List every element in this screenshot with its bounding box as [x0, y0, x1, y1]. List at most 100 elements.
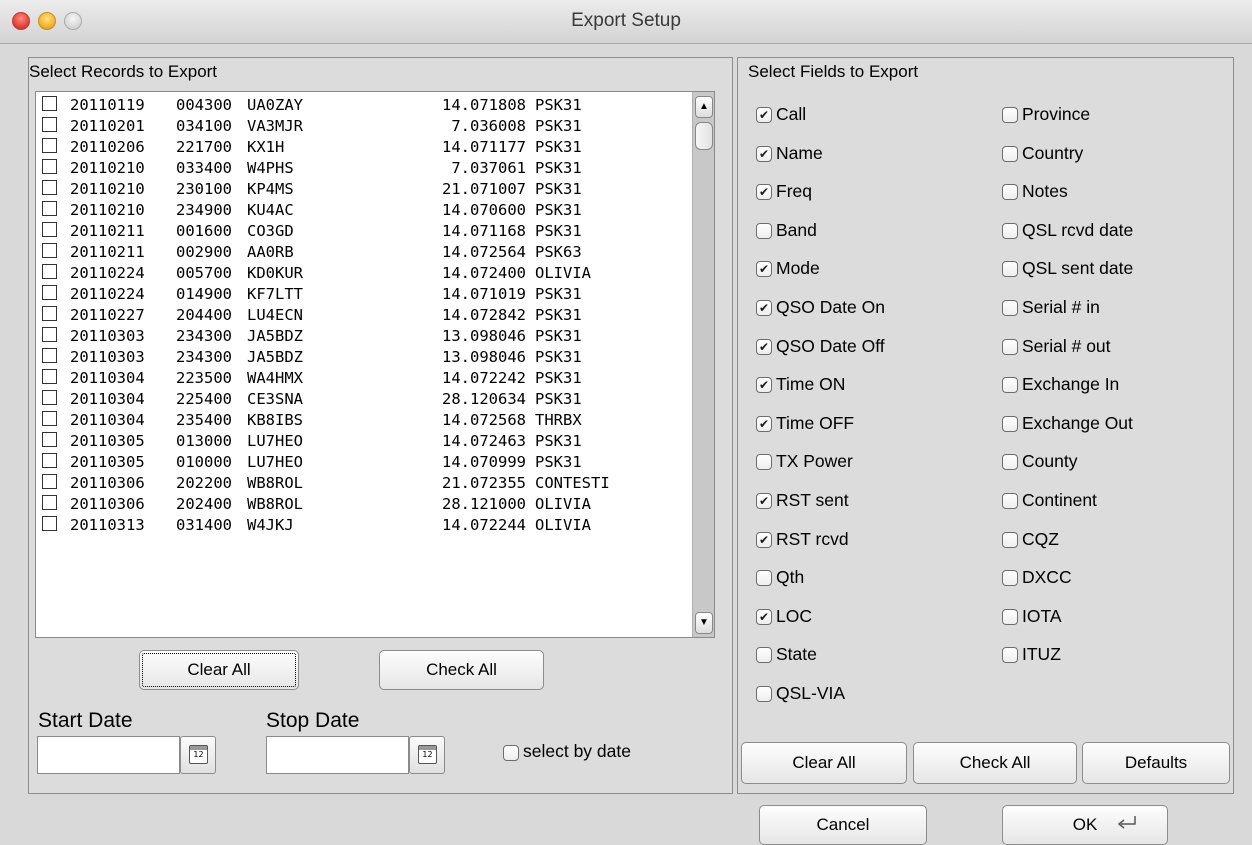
records-list[interactable]: 20110119 004300 UA0ZAY 14.071808 PSK31 201102…: [35, 91, 715, 638]
record-checkbox[interactable]: [42, 306, 57, 321]
field-checkbox[interactable]: [756, 686, 772, 702]
field-label[interactable]: Exchange Out: [1022, 413, 1133, 434]
record-row[interactable]: 20110211 001600 CO3GD 14.071168 PSK31: [36, 220, 684, 241]
record-checkbox[interactable]: [42, 96, 57, 111]
record-row[interactable]: 20110305 010000 LU7HEO 14.070999 PSK31: [36, 451, 684, 472]
stop-date-calendar-button[interactable]: 12: [409, 736, 445, 774]
field-checkbox[interactable]: ✔: [756, 531, 772, 548]
field-label[interactable]: Name: [776, 143, 823, 164]
field-checkbox[interactable]: [756, 454, 772, 471]
field-label[interactable]: QSL sent date: [1022, 258, 1133, 279]
ok-button[interactable]: OK: [1002, 805, 1168, 845]
record-checkbox[interactable]: [42, 516, 57, 531]
field-label[interactable]: DXCC: [1022, 567, 1072, 588]
field-checkbox[interactable]: [1002, 454, 1018, 471]
record-row[interactable]: 20110303 234300 JA5BDZ 13.098046 PSK31: [36, 325, 684, 346]
field-checkbox[interactable]: [1002, 338, 1018, 355]
field-checkbox[interactable]: ✔: [756, 145, 772, 162]
record-checkbox[interactable]: [42, 369, 57, 384]
record-row[interactable]: 20110210 230100 KP4MS 21.071007 PSK31: [36, 178, 684, 199]
field-checkbox[interactable]: [1002, 107, 1018, 123]
record-checkbox[interactable]: [42, 453, 57, 468]
field-checkbox[interactable]: ✔: [756, 261, 772, 278]
field-checkbox[interactable]: [1002, 415, 1018, 432]
record-checkbox[interactable]: [42, 243, 57, 258]
field-label[interactable]: QSL-VIA: [776, 683, 845, 704]
record-row[interactable]: 20110304 235400 KB8IBS 14.072568 THRBX: [36, 409, 684, 430]
field-checkbox[interactable]: [1002, 261, 1018, 278]
scroll-thumb[interactable]: [695, 122, 713, 150]
record-checkbox[interactable]: [42, 222, 57, 237]
record-checkbox[interactable]: [42, 201, 57, 216]
field-checkbox[interactable]: [1002, 145, 1018, 162]
field-label[interactable]: LOC: [776, 606, 812, 627]
record-checkbox[interactable]: [42, 180, 57, 195]
field-label[interactable]: Band: [776, 220, 817, 241]
field-label[interactable]: ITUZ: [1022, 644, 1061, 665]
field-label[interactable]: Call: [776, 104, 806, 125]
field-label[interactable]: Notes: [1022, 181, 1068, 202]
field-label[interactable]: Serial # in: [1022, 297, 1100, 318]
records-check-all-button[interactable]: Check All: [379, 650, 544, 690]
field-checkbox[interactable]: ✔: [756, 107, 772, 123]
field-checkbox[interactable]: ✔: [756, 608, 772, 625]
field-checkbox[interactable]: ✔: [756, 377, 772, 394]
record-checkbox[interactable]: [42, 327, 57, 342]
field-checkbox[interactable]: [1002, 184, 1018, 201]
scroll-up-icon[interactable]: ▲: [695, 96, 713, 118]
field-checkbox[interactable]: [1002, 377, 1018, 394]
record-checkbox[interactable]: [42, 411, 57, 426]
record-row[interactable]: 20110210 033400 W4PHS 7.037061 PSK31: [36, 157, 684, 178]
field-checkbox[interactable]: [1002, 531, 1018, 548]
field-label[interactable]: County: [1022, 451, 1077, 472]
field-label[interactable]: QSO Date Off: [776, 336, 885, 357]
record-row[interactable]: 20110305 013000 LU7HEO 14.072463 PSK31: [36, 430, 684, 451]
field-label[interactable]: QSL rcvd date: [1022, 220, 1133, 241]
cancel-button[interactable]: Cancel: [759, 805, 927, 845]
record-checkbox[interactable]: [42, 432, 57, 447]
field-label[interactable]: Mode: [776, 258, 820, 279]
field-label[interactable]: RST rcvd: [776, 529, 849, 550]
record-checkbox[interactable]: [42, 159, 57, 174]
field-label[interactable]: Freq: [776, 181, 812, 202]
fields-check-all-button[interactable]: Check All: [913, 742, 1077, 784]
field-checkbox[interactable]: [1002, 570, 1018, 587]
field-checkbox[interactable]: [756, 647, 772, 664]
record-row[interactable]: 20110119 004300 UA0ZAY 14.071808 PSK31: [36, 94, 684, 115]
field-checkbox[interactable]: [1002, 300, 1018, 316]
field-label[interactable]: Country: [1022, 143, 1083, 164]
field-label[interactable]: State: [776, 644, 817, 665]
record-row[interactable]: 20110201 034100 VA3MJR 7.036008 PSK31: [36, 115, 684, 136]
record-row[interactable]: 20110206 221700 KX1H 14.071177 PSK31: [36, 136, 684, 157]
field-checkbox[interactable]: ✔: [756, 415, 772, 432]
select-by-date-checkbox[interactable]: [503, 745, 519, 761]
record-row[interactable]: 20110303 234300 JA5BDZ 13.098046 PSK31: [36, 346, 684, 367]
field-label[interactable]: TX Power: [776, 451, 853, 472]
record-row[interactable]: 20110304 225400 CE3SNA 28.120634 PSK31: [36, 388, 684, 409]
field-label[interactable]: Province: [1022, 104, 1090, 125]
field-checkbox[interactable]: [1002, 608, 1018, 625]
record-row[interactable]: 20110313 031400 W4JKJ 14.072244 OLIVIA: [36, 514, 684, 535]
record-checkbox[interactable]: [42, 117, 57, 132]
field-checkbox[interactable]: [756, 570, 772, 587]
field-label[interactable]: Serial # out: [1022, 336, 1111, 357]
field-checkbox[interactable]: ✔: [756, 300, 772, 316]
record-row[interactable]: 20110306 202400 WB8ROL 28.121000 OLIVIA: [36, 493, 684, 514]
field-label[interactable]: Time ON: [776, 374, 845, 395]
field-label[interactable]: QSO Date On: [776, 297, 885, 318]
field-checkbox[interactable]: ✔: [756, 338, 772, 355]
record-checkbox[interactable]: [42, 264, 57, 279]
record-row[interactable]: 20110227 204400 LU4ECN 14.072842 PSK31: [36, 304, 684, 325]
record-row[interactable]: 20110224 005700 KD0KUR 14.072400 OLIVIA: [36, 262, 684, 283]
field-label[interactable]: Continent: [1022, 490, 1097, 511]
field-checkbox[interactable]: [1002, 222, 1018, 239]
field-checkbox[interactable]: [1002, 647, 1018, 664]
field-checkbox[interactable]: [1002, 493, 1018, 509]
fields-defaults-button[interactable]: Defaults: [1082, 742, 1230, 784]
field-label[interactable]: IOTA: [1022, 606, 1062, 627]
field-label[interactable]: Qth: [776, 567, 804, 588]
record-checkbox[interactable]: [42, 138, 57, 153]
field-label[interactable]: CQZ: [1022, 529, 1059, 550]
record-row[interactable]: 20110306 202200 WB8ROL 21.072355 CONTESTI: [36, 472, 684, 493]
record-row[interactable]: 20110224 014900 KF7LTT 14.071019 PSK31: [36, 283, 684, 304]
